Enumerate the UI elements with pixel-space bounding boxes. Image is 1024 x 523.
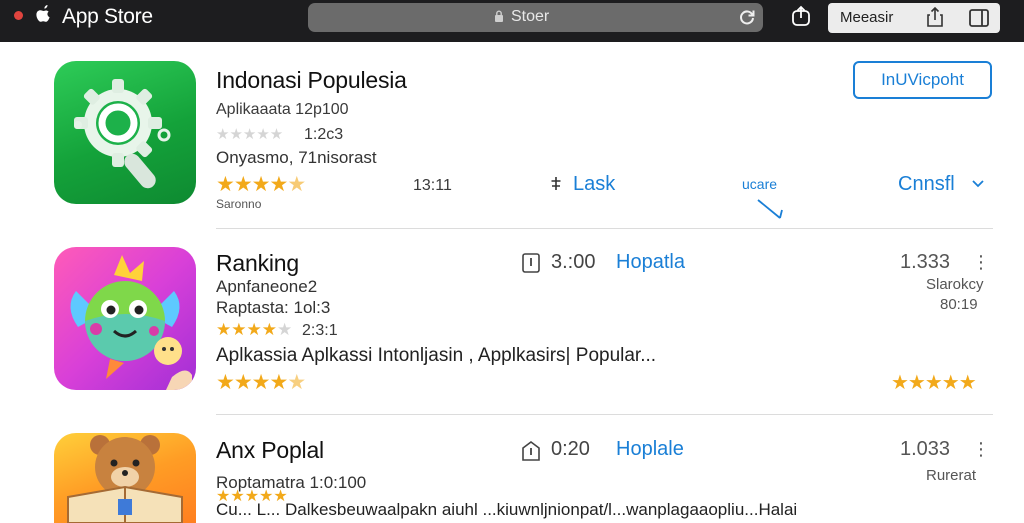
address-bar[interactable]: Stoer [308, 3, 763, 32]
share-icon[interactable] [790, 5, 812, 27]
app-subtitle-2b: Raptasta: 1ol:3 [216, 298, 331, 317]
mid-link-1[interactable]: ucare [742, 176, 777, 192]
rank-label-3: Rurerat [926, 467, 977, 484]
more-options-icon[interactable]: ⋮ [972, 252, 990, 273]
description-2: Aplkassia Aplkassi Intonljasin , Applkas… [216, 345, 657, 366]
rating-stars-1: ★★★★★ [216, 173, 306, 196]
app-title-2[interactable]: Ranking [216, 250, 299, 277]
lock-icon [495, 10, 503, 22]
magnifier-gear-icon [74, 79, 171, 189]
share-square-icon[interactable] [924, 6, 946, 28]
toolbar-group: Meeasir [828, 3, 1000, 33]
file-size-icon [522, 253, 540, 273]
app-title: App Store [62, 5, 153, 28]
action-link-1[interactable]: Lask [573, 173, 615, 196]
rating-stars-1a: ★★★★★ [216, 126, 284, 143]
app-subtitle-2: Apnfaneone2 [216, 277, 318, 296]
more-link-1[interactable]: Cnnsfl [898, 173, 955, 196]
monster-mascot-icon [70, 255, 192, 390]
rating-value-1: 13:11 [413, 177, 452, 194]
app-subtitle-1: Aplikaaata 12p100 [216, 101, 349, 118]
bear-reading-icon [67, 435, 183, 523]
rating-stars-2: ★★★★★ [216, 371, 306, 394]
arrow-icon [757, 199, 783, 219]
developer-1: Onyasmo, 71nisorast [216, 148, 377, 167]
get-button[interactable]: InUVicpoht [853, 61, 992, 99]
chevron-down-icon[interactable] [970, 178, 986, 190]
sidebar-icon[interactable] [968, 7, 990, 29]
app-title-1[interactable]: Indonasi Populesia [216, 67, 407, 94]
rating-count-1: 1:2c3 [304, 126, 344, 143]
row-divider-2 [216, 414, 993, 415]
download-icon [551, 177, 561, 190]
reload-icon[interactable] [737, 7, 757, 27]
app-icon-ranking[interactable] [54, 247, 196, 390]
address-text: Stoer [511, 8, 550, 25]
rank-label-2: Slarokcy [926, 276, 984, 293]
downloads-3: 1.033 [900, 438, 951, 460]
file-size-icon-3 [522, 441, 540, 461]
rating-count-2: 2:3:1 [302, 322, 338, 339]
rank-value-2: 80:19 [940, 296, 978, 313]
row-divider-1 [216, 228, 993, 229]
size-3: 0:20 [551, 438, 590, 460]
close-window-dot[interactable] [14, 11, 23, 20]
rating-stars-2b: ★★★★★ [891, 372, 977, 394]
app-title-3[interactable]: Anx Poplal [216, 437, 324, 464]
description-3: Cu... L... Dalkesbeuwaalpakn aiuhl ...ki… [216, 500, 798, 519]
app-icon-anx[interactable] [54, 433, 196, 523]
category-link-2[interactable]: Hopatla [616, 251, 685, 274]
category-link-3[interactable]: Hoplale [616, 438, 684, 461]
account-button[interactable]: Meeasir [840, 9, 893, 26]
apple-logo-icon [36, 5, 50, 22]
more-options-icon-3[interactable]: ⋮ [972, 439, 990, 460]
footnote-1: Saronno [216, 197, 262, 211]
top-toolbar: App Store Stoer Meeasir [0, 0, 1024, 42]
downloads-2: 1.333 [900, 251, 951, 273]
app-icon-indonasi[interactable] [54, 61, 196, 204]
size-2: 3.:00 [551, 251, 596, 273]
rating-stars-2a: ★★★★★ [216, 320, 293, 339]
